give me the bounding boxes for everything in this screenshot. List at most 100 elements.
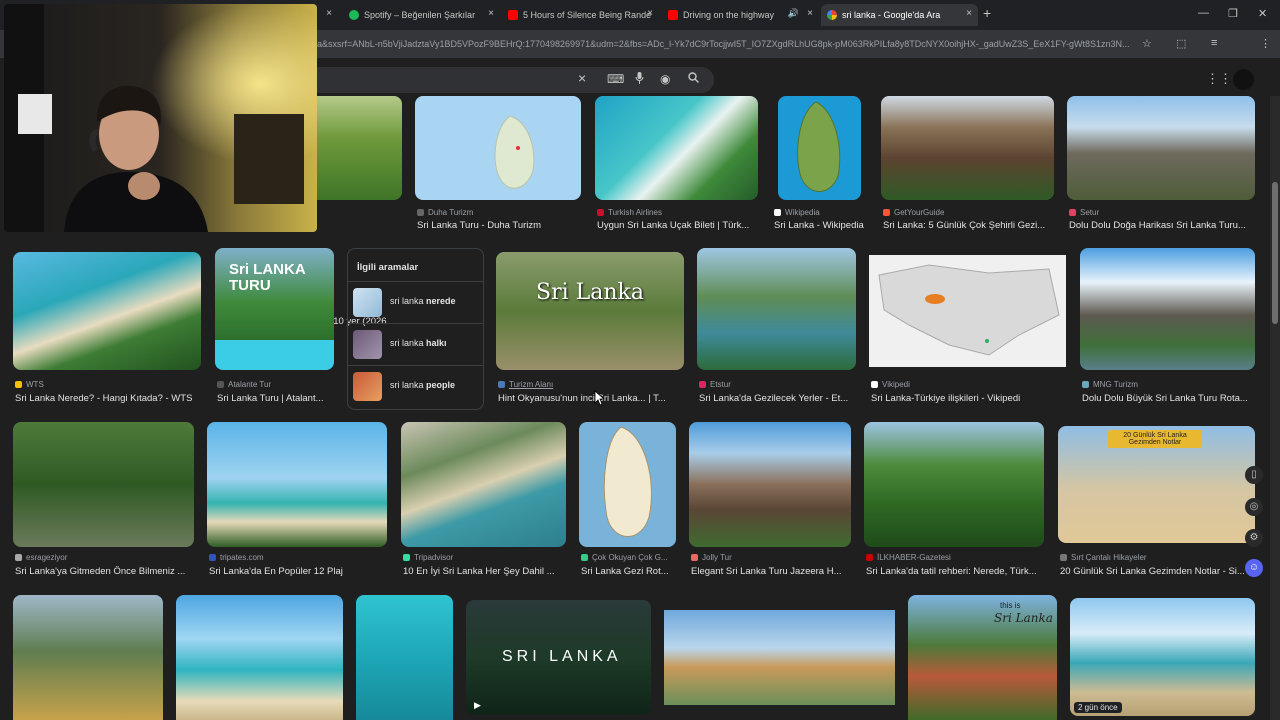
result-title[interactable]: 20 Günlük Sri Lanka Gezimden Notlar - Si…	[1060, 566, 1256, 577]
extension-icon[interactable]: ⚙	[1245, 529, 1263, 547]
tab-label: sri lanka - Google'da Ara	[842, 10, 941, 20]
result-source: Jolly Tur	[691, 553, 851, 562]
result-title[interactable]: Sri Lanka Gezi Rot...	[581, 566, 677, 577]
tab-close-icon[interactable]: ×	[966, 8, 972, 19]
tab-close-icon[interactable]: ×	[326, 8, 332, 19]
result-title[interactable]: 10 En İyi Sri Lanka Her Şey Dahil ...	[403, 566, 567, 577]
result-source: Sırt Çantalı Hikayeler	[1060, 553, 1250, 562]
result-image[interactable]	[317, 96, 402, 200]
related-search-item[interactable]: sri lanka halkı	[348, 323, 483, 365]
related-bold: nerede	[426, 296, 456, 306]
window-close-icon[interactable]: ✕	[1258, 7, 1267, 20]
overlay-text: Sri Lanka	[994, 611, 1053, 625]
result-title[interactable]: Uygun Sri Lanka Uçak Bileti | Türk...	[597, 220, 755, 231]
result-title[interactable]: Sri Lanka Turu | Atalant...	[217, 393, 335, 404]
result-image[interactable]	[207, 422, 387, 547]
related-search-item[interactable]: sri lanka nerede	[348, 281, 483, 323]
tab-close-icon[interactable]: ×	[807, 8, 813, 19]
result-image[interactable]	[13, 422, 194, 547]
result-title[interactable]: Sri Lanka'da En Popüler 12 Plaj	[209, 566, 389, 577]
discord-icon[interactable]: ☺	[1245, 559, 1263, 577]
result-image[interactable]	[697, 248, 856, 370]
result-title[interactable]: Dolu Dolu Doğa Harikası Sri Lanka Turu..…	[1069, 220, 1253, 231]
extensions-icon[interactable]: ⬚	[1176, 37, 1186, 50]
result-image[interactable]	[579, 422, 676, 547]
result-source: WTS	[15, 380, 195, 389]
result-source: GetYourGuide	[883, 208, 1053, 217]
search-icon[interactable]	[688, 72, 699, 86]
result-image[interactable]	[13, 595, 163, 720]
avatar[interactable]	[1233, 69, 1254, 90]
result-title[interactable]: Sri Lanka'da Gezilecek Yerler - Et...	[699, 393, 857, 404]
menu-icon[interactable]: ⋮	[1260, 37, 1271, 50]
search-input[interactable]: × ⌨ ◉	[300, 67, 714, 93]
result-image[interactable]	[664, 610, 895, 705]
result-image[interactable]	[1080, 248, 1255, 370]
mouse-cursor-icon	[594, 390, 604, 406]
related-bold: halkı	[426, 338, 447, 348]
assistant-icon[interactable]: ◎	[1245, 498, 1263, 516]
result-title[interactable]: Sri Lanka'da tatil rehberi: Nerede, Türk…	[866, 566, 1046, 577]
minimize-icon[interactable]: —	[1198, 7, 1209, 19]
result-title[interactable]: Sri Lanka Turu - Duha Turizm	[417, 220, 581, 231]
overlay-text-small: this is	[1000, 601, 1021, 610]
result-image[interactable]	[1067, 96, 1255, 200]
result-image[interactable]	[356, 595, 453, 720]
overlay-text: SRI LANKA	[502, 648, 622, 665]
result-title[interactable]: Sri Lanka - Wikipedia	[774, 220, 868, 231]
overlay-text: Sri LANKA TURU	[229, 261, 306, 294]
media-control-icon[interactable]: ≡	[1211, 37, 1217, 49]
result-image[interactable]	[881, 96, 1054, 200]
tab-youtube-silence[interactable]: 5 Hours of Silence Being Rande ×	[502, 4, 659, 26]
bookmark-star-icon[interactable]: ☆	[1142, 37, 1152, 50]
clear-search-icon[interactable]: ×	[578, 70, 586, 86]
result-image[interactable]: SRI LANKA ▶	[466, 600, 651, 715]
play-icon[interactable]: ▶	[474, 700, 481, 711]
address-bar[interactable]: ea&sxsrf=ANbL-n5bVjiJadztaVy1BD5VPozF9BE…	[312, 35, 1147, 53]
related-search-item[interactable]: sri lanka people	[348, 365, 483, 407]
related-thumb	[353, 288, 382, 317]
webcam-overlay	[4, 4, 317, 232]
related-bold: people	[426, 380, 456, 390]
keyboard-icon[interactable]: ⌨	[607, 72, 624, 86]
result-image[interactable]: 2 gün önce	[1070, 598, 1255, 716]
tab-close-icon[interactable]: ×	[488, 8, 494, 19]
result-source: Turizm Alanı	[498, 380, 678, 389]
result-title[interactable]: Sri Lanka'ya Gitmeden Önce Bilmeniz ...	[15, 566, 195, 577]
mic-icon[interactable]	[635, 72, 644, 87]
result-image[interactable]: Sri LANKA TURU	[215, 248, 334, 370]
scrollbar-thumb[interactable]	[1272, 182, 1278, 324]
result-title[interactable]: Dolu Dolu Büyük Sri Lanka Turu Rota...	[1082, 393, 1254, 404]
result-image[interactable]	[13, 252, 201, 370]
youtube-icon	[668, 10, 678, 20]
result-image[interactable]	[864, 422, 1044, 547]
restore-icon[interactable]: ❐	[1228, 7, 1238, 20]
tab-google-search[interactable]: sri lanka - Google'da Ara ×	[821, 4, 978, 26]
result-title[interactable]: Elegant Sri Lanka Turu Jazeera H...	[691, 566, 851, 577]
result-image[interactable]	[778, 96, 861, 200]
result-title[interactable]: Sri Lanka: 5 Günlük Çok Şehirli Gezi...	[883, 220, 1053, 231]
result-image[interactable]: this is Sri Lanka	[908, 595, 1057, 720]
result-image[interactable]: Sri Lanka	[496, 252, 684, 370]
overlay-text: Sri Lanka	[536, 280, 644, 305]
result-title[interactable]: Sri Lanka Nerede? - Hangi Kıtada? - WTS	[15, 393, 205, 404]
result-source: Vikipedi	[871, 380, 1061, 389]
result-image[interactable]	[176, 595, 343, 720]
new-tab-icon[interactable]: +	[983, 5, 991, 21]
tab-spotify[interactable]: Spotify – Beğenilen Şarkılar ×	[343, 4, 500, 26]
result-image[interactable]	[415, 96, 581, 200]
result-title[interactable]: Hint Okyanusu'nun inci Sri Lanka... | T.…	[498, 393, 684, 404]
result-image[interactable]	[595, 96, 758, 200]
speaker-icon[interactable]: 🔊	[788, 8, 799, 19]
result-image[interactable]: 20 Günlük Sri Lanka Gezimden Notlar	[1058, 426, 1255, 543]
result-title[interactable]: Sri Lanka-Türkiye ilişkileri - Vikipedi	[871, 393, 1067, 404]
result-image[interactable]	[401, 422, 566, 547]
related-prefix: sri lanka	[390, 296, 427, 306]
tab-close-icon[interactable]: ×	[647, 8, 653, 19]
lens-icon[interactable]: ◉	[660, 72, 670, 86]
result-image[interactable]	[869, 255, 1066, 367]
reading-list-icon[interactable]: ▯	[1245, 466, 1263, 484]
result-image[interactable]	[689, 422, 851, 547]
overlay-badge: 20 Günlük Sri Lanka Gezimden Notlar	[1108, 430, 1202, 448]
tab-youtube-driving[interactable]: Driving on the highway 🔊 ×	[662, 4, 819, 26]
